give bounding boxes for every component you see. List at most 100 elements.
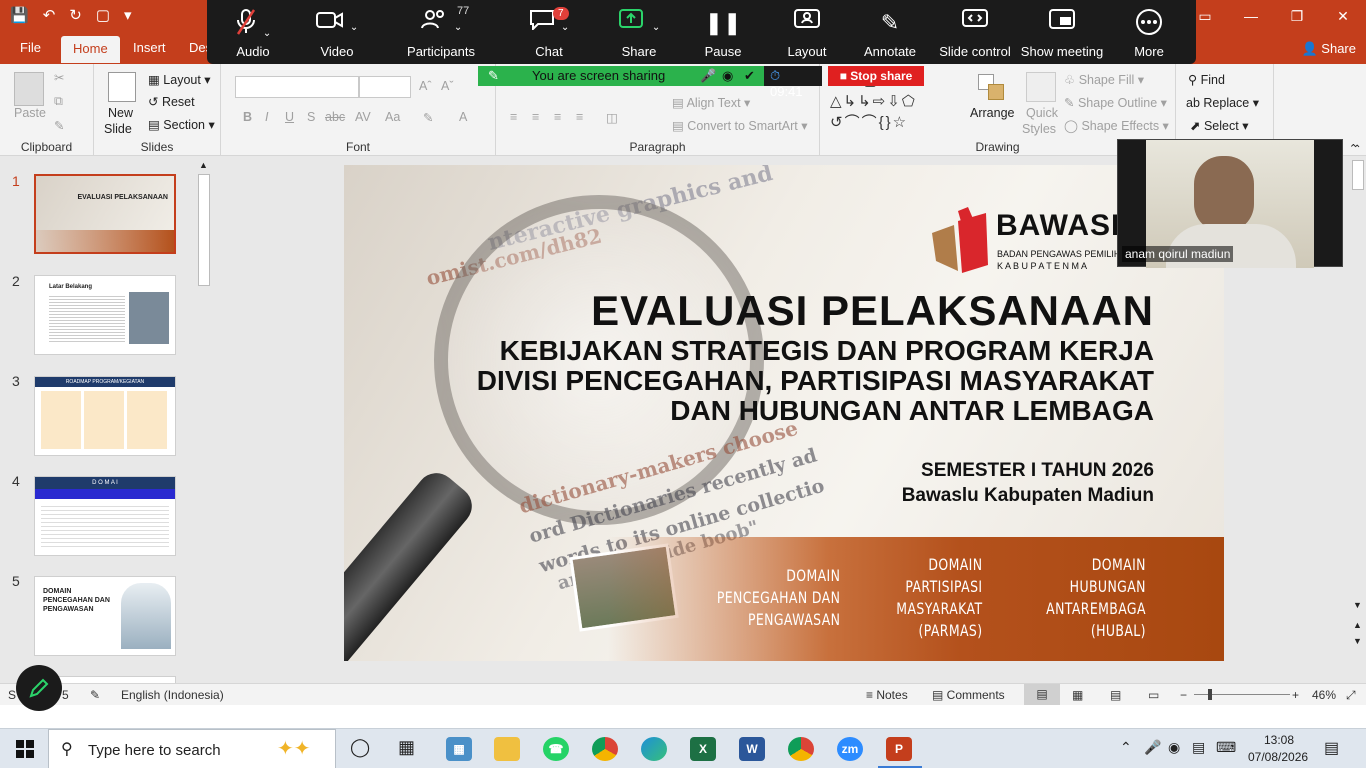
- previous-slide-icon[interactable]: ▲: [1353, 620, 1362, 630]
- save-icon[interactable]: 💾: [10, 6, 29, 24]
- convert-smartart-button[interactable]: ▤ Convert to SmartArt ▾: [672, 118, 808, 133]
- replace-button[interactable]: ab Replace ▾: [1186, 95, 1259, 110]
- windows-start-icon[interactable]: [16, 740, 34, 758]
- thumbnail-slide-2[interactable]: Latar Belakang: [34, 275, 176, 355]
- tray-chevron-icon[interactable]: ⌃: [1120, 739, 1132, 756]
- bold-icon[interactable]: B: [243, 110, 252, 124]
- underline-icon[interactable]: U: [285, 110, 294, 124]
- quick-styles-label-2[interactable]: Styles: [1022, 122, 1056, 136]
- minimize-button[interactable]: —: [1228, 0, 1274, 32]
- video-button[interactable]: ⌄ Video: [297, 8, 377, 59]
- thumbnail-slide-5[interactable]: DOMAIN PENCEGAHAN DAN PENGAWASAN: [34, 576, 176, 656]
- tab-home[interactable]: Home: [61, 36, 120, 63]
- reading-view-icon[interactable]: ▤: [1110, 688, 1121, 702]
- font-name-input[interactable]: [235, 76, 359, 98]
- restore-button[interactable]: ❐: [1274, 0, 1320, 32]
- italic-icon[interactable]: I: [265, 110, 268, 124]
- quick-styles-label[interactable]: Quick: [1026, 106, 1058, 120]
- slide-control-button[interactable]: Slide control: [935, 8, 1015, 59]
- zoom-slider-thumb[interactable]: [1208, 689, 1212, 700]
- new-slide-label[interactable]: New: [108, 106, 133, 120]
- char-spacing-icon[interactable]: AV: [355, 110, 371, 124]
- close-button[interactable]: ✕: [1320, 0, 1366, 32]
- zoom-out-icon[interactable]: −: [1180, 688, 1187, 702]
- reset-button[interactable]: ↺ Reset: [148, 94, 195, 109]
- new-slide-label-2[interactable]: Slide: [104, 122, 132, 136]
- share-button[interactable]: 👤 Share: [1301, 41, 1356, 57]
- present-icon[interactable]: ▢: [96, 6, 110, 24]
- normal-view-icon[interactable]: ▤: [1024, 684, 1060, 705]
- annotate-pen-button[interactable]: [16, 665, 62, 711]
- layout-button[interactable]: ▦ Layout ▾: [148, 72, 211, 87]
- thumbnail-slide-1[interactable]: EVALUASI PELAKSANAAN: [34, 174, 176, 254]
- chrome-profile-icon[interactable]: [788, 737, 814, 761]
- align-text-button[interactable]: ▤ Align Text ▾: [672, 95, 750, 110]
- shape-outline-button[interactable]: ✎ Shape Outline ▾: [1064, 95, 1167, 110]
- scroll-down-icon[interactable]: ▼: [1353, 600, 1362, 610]
- edge-icon[interactable]: [641, 737, 667, 761]
- chrome-icon[interactable]: [592, 737, 618, 761]
- whatsapp-icon[interactable]: ☎: [543, 737, 569, 761]
- slideshow-icon[interactable]: ▭: [1148, 688, 1159, 702]
- grow-font-icon[interactable]: Aˆ: [419, 79, 432, 93]
- arrange-icon[interactable]: [976, 72, 1006, 102]
- stop-share-button[interactable]: ■ Stop share: [828, 66, 924, 86]
- participant-video[interactable]: anam qoirul madiun: [1117, 139, 1343, 268]
- select-button[interactable]: ⬈ Select ▾: [1190, 118, 1248, 133]
- clock-time[interactable]: 13:08: [1264, 733, 1294, 747]
- cut-icon[interactable]: ✂: [54, 70, 64, 85]
- notes-button[interactable]: ≡ Notes: [866, 688, 908, 702]
- align-center-icon[interactable]: ≡: [532, 110, 539, 124]
- columns-icon[interactable]: ◫: [606, 110, 618, 125]
- highlight-icon[interactable]: ✎: [423, 110, 433, 125]
- thumbnail-slide-4[interactable]: D O M A I: [34, 476, 176, 556]
- zoom-in-icon[interactable]: +: [1292, 688, 1299, 702]
- control-panel-icon[interactable]: ▦: [446, 737, 472, 761]
- thumbnail-slide-3[interactable]: ROADMAP PROGRAM/KEGIATAN: [34, 376, 176, 456]
- zoom-app-icon[interactable]: zm: [837, 737, 863, 761]
- customize-toolbar-icon[interactable]: ▾: [124, 6, 132, 24]
- notification-icon[interactable]: ▤: [1324, 738, 1339, 758]
- paste-icon[interactable]: [14, 72, 44, 106]
- comments-button[interactable]: ▤ Comments: [932, 688, 1005, 702]
- word-icon[interactable]: W: [739, 737, 765, 761]
- accessibility-icon[interactable]: ✎: [90, 688, 100, 702]
- zoom-level[interactable]: 46%: [1312, 688, 1336, 702]
- cortana-icon[interactable]: ◯: [350, 737, 370, 758]
- language-indicator[interactable]: English (Indonesia): [121, 688, 224, 702]
- powerpoint-icon[interactable]: P: [886, 737, 912, 761]
- audio-button[interactable]: ⌄ Audio: [213, 8, 293, 59]
- thumbnail-scrollbar[interactable]: ▲: [197, 160, 211, 680]
- shadow-icon[interactable]: S: [307, 110, 315, 124]
- strikethrough-icon[interactable]: abc: [325, 110, 345, 124]
- scroll-thumb[interactable]: [198, 174, 210, 286]
- slide-scroll-thumb[interactable]: [1352, 160, 1364, 190]
- show-meeting-button[interactable]: Show meeting: [1019, 8, 1105, 59]
- clock-date[interactable]: 07/08/2026: [1248, 750, 1308, 764]
- slide-scrollbar[interactable]: ⌃ ▼ ▲ ▼: [1350, 140, 1366, 680]
- pause-button[interactable]: ❚❚ Pause: [683, 8, 763, 59]
- new-slide-icon[interactable]: [108, 72, 136, 102]
- paste-button[interactable]: Paste: [14, 106, 46, 120]
- taskbar-search[interactable]: ⚲ Type here to search ✦✦: [48, 729, 336, 768]
- section-button[interactable]: ▤ Section ▾: [148, 117, 215, 132]
- find-button[interactable]: ⚲ Find: [1188, 72, 1225, 87]
- shape-fill-button[interactable]: ♧ Shape Fill ▾: [1064, 72, 1144, 87]
- tray-camera-icon[interactable]: ◉: [1168, 739, 1180, 756]
- scroll-up-icon-2[interactable]: ⌃: [1353, 144, 1361, 155]
- scroll-up-icon[interactable]: ▲: [199, 160, 208, 170]
- align-right-icon[interactable]: ≡: [554, 110, 561, 124]
- shrink-font-icon[interactable]: Aˇ: [441, 79, 454, 93]
- fit-slide-icon[interactable]: ⤢: [1346, 688, 1356, 703]
- file-explorer-icon[interactable]: [494, 737, 520, 761]
- annotate-button[interactable]: ✎ Annotate: [850, 8, 930, 59]
- undo-icon[interactable]: ↶: [43, 6, 56, 24]
- tab-file[interactable]: File: [20, 40, 41, 55]
- layout-zoom-button[interactable]: Layout: [767, 8, 847, 59]
- change-case-icon[interactable]: Aa: [385, 110, 400, 124]
- slide-sorter-icon[interactable]: ▦: [1072, 688, 1083, 702]
- justify-icon[interactable]: ≡: [576, 110, 583, 124]
- align-left-icon[interactable]: ≡: [510, 110, 517, 124]
- task-view-icon[interactable]: ▦: [398, 737, 415, 758]
- font-color-icon[interactable]: A: [459, 110, 467, 124]
